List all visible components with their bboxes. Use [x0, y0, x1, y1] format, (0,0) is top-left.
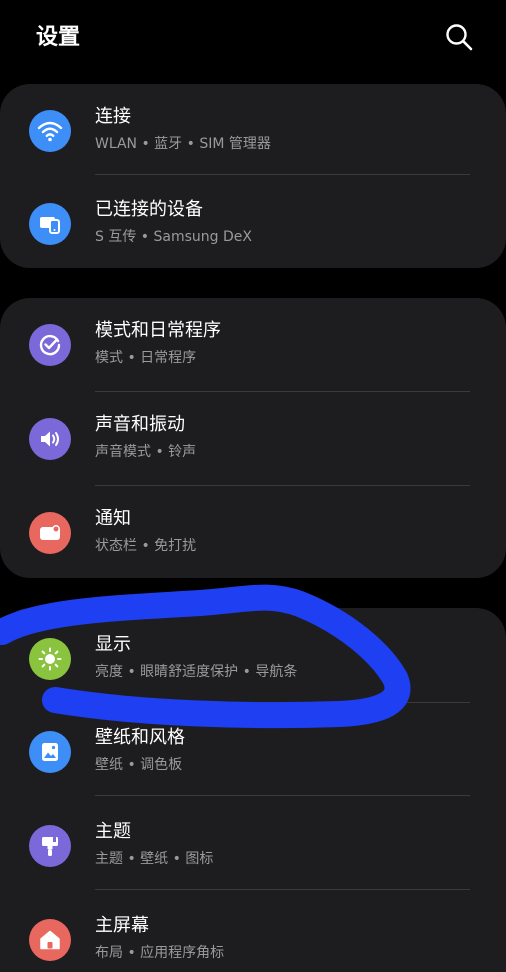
- settings-screen: 设置 连接 WLAN • 蓝牙 • SIM 管理器 已连接的设备 S 互传 • …: [0, 0, 506, 972]
- settings-item-display[interactable]: 显示 亮度 • 眼睛舒适度保护 • 导航条: [0, 612, 506, 706]
- sound-icon: [29, 418, 71, 460]
- item-subtitle: 亮度 • 眼睛舒适度保护 • 导航条: [95, 664, 298, 680]
- item-subtitle: WLAN • 蓝牙 • SIM 管理器: [95, 136, 271, 152]
- settings-group-display-style: 显示 亮度 • 眼睛舒适度保护 • 导航条 壁纸和风格 壁纸 • 调色板 主题 …: [0, 608, 506, 972]
- theme-brush-icon: [29, 825, 71, 867]
- item-title: 模式和日常程序: [95, 320, 221, 341]
- wifi-icon: [29, 110, 71, 152]
- settings-item-connected-devices[interactable]: 已连接的设备 S 互传 • Samsung DeX: [0, 177, 506, 271]
- settings-item-modes-routines[interactable]: 模式和日常程序 模式 • 日常程序: [0, 298, 506, 392]
- item-title: 主屏幕: [95, 915, 149, 936]
- page-title: 设置: [36, 25, 81, 50]
- search-icon: [446, 24, 473, 51]
- settings-item-wallpaper-style[interactable]: 壁纸和风格 壁纸 • 调色板: [0, 705, 506, 799]
- item-subtitle: S 互传 • Samsung DeX: [95, 229, 252, 245]
- item-title: 壁纸和风格: [95, 727, 185, 748]
- divider: [95, 795, 470, 796]
- settings-group-modes-sound: 模式和日常程序 模式 • 日常程序 声音和振动 声音模式 • 铃声 通知 状态栏…: [0, 298, 506, 578]
- item-title: 已连接的设备: [95, 199, 203, 220]
- item-title: 通知: [95, 508, 131, 529]
- divider: [95, 174, 470, 175]
- item-subtitle: 壁纸 • 调色板: [95, 757, 183, 773]
- modes-check-icon: [29, 324, 71, 366]
- item-title: 声音和振动: [95, 414, 185, 435]
- item-subtitle: 状态栏 • 免打扰: [95, 538, 197, 554]
- settings-item-home-screen[interactable]: 主屏幕 布局 • 应用程序角标: [0, 893, 506, 972]
- connected-devices-icon: [29, 203, 71, 245]
- home-icon: [29, 919, 71, 961]
- item-subtitle: 主题 • 壁纸 • 图标: [95, 851, 214, 867]
- item-subtitle: 模式 • 日常程序: [95, 350, 197, 366]
- settings-item-notifications[interactable]: 通知 状态栏 • 免打扰: [0, 486, 506, 580]
- search-button[interactable]: [440, 18, 478, 56]
- item-subtitle: 声音模式 • 铃声: [95, 444, 197, 460]
- settings-item-sound-vibration[interactable]: 声音和振动 声音模式 • 铃声: [0, 392, 506, 486]
- divider: [95, 702, 470, 703]
- item-title: 显示: [95, 634, 131, 655]
- header: 设置: [0, 0, 506, 80]
- brightness-icon: [29, 638, 71, 680]
- settings-item-themes[interactable]: 主题 主题 • 壁纸 • 图标: [0, 799, 506, 893]
- item-title: 主题: [95, 821, 131, 842]
- divider: [95, 889, 470, 890]
- settings-item-connections[interactable]: 连接 WLAN • 蓝牙 • SIM 管理器: [0, 84, 506, 178]
- settings-group-connectivity: 连接 WLAN • 蓝牙 • SIM 管理器 已连接的设备 S 互传 • Sam…: [0, 84, 506, 268]
- wallpaper-icon: [29, 731, 71, 773]
- notification-icon: [29, 512, 71, 554]
- item-title: 连接: [95, 106, 131, 127]
- item-subtitle: 布局 • 应用程序角标: [95, 945, 225, 961]
